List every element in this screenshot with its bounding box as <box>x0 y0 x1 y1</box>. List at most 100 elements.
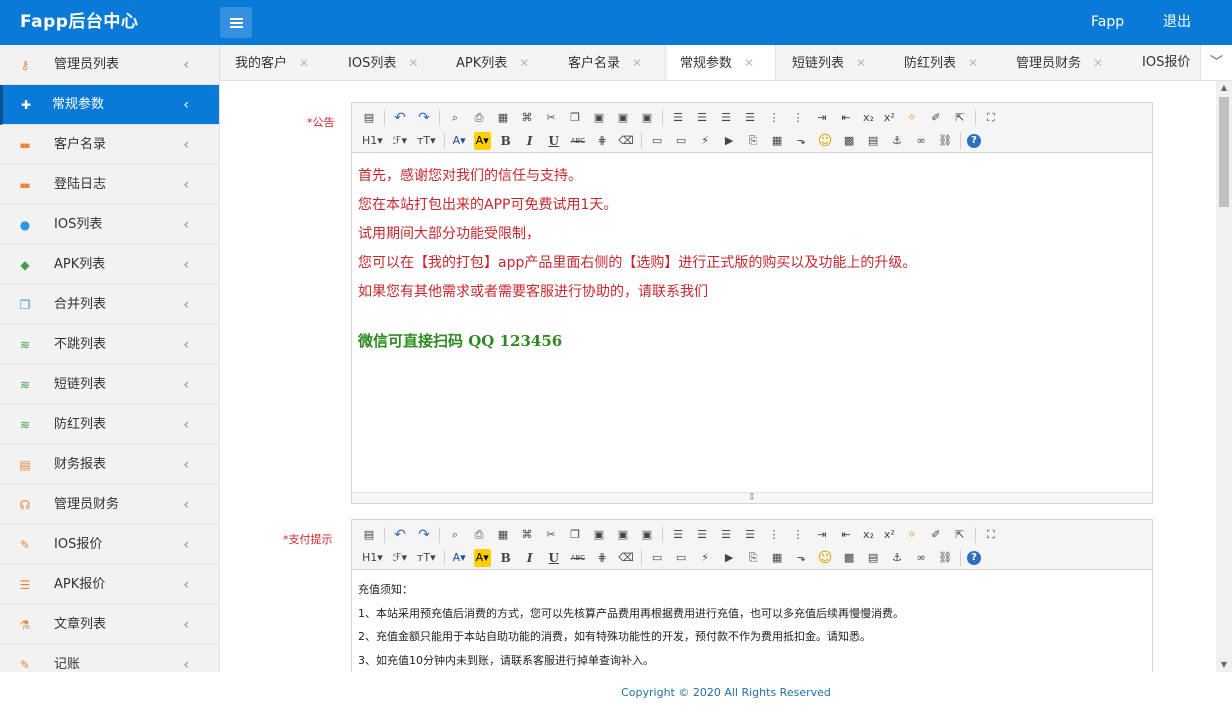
editor-resize-handle[interactable]: ⇕ <box>352 492 1152 503</box>
strikethrough-icon[interactable]: ABC <box>569 132 587 150</box>
print-icon[interactable]: ⎙ <box>470 109 488 127</box>
align-center-icon[interactable]: ☰ <box>693 526 711 544</box>
sidebar-item[interactable]: ☰ APK报价 ‹ <box>0 565 219 605</box>
menu-toggle-button[interactable] <box>220 7 252 38</box>
outdent-icon[interactable]: ⇤ <box>837 526 855 544</box>
eraser-icon[interactable]: ⌫ <box>617 549 635 567</box>
code-icon[interactable]: ⌘ <box>518 526 536 544</box>
sidebar-item[interactable]: ☊ 管理员财务 ‹ <box>0 485 219 525</box>
link-icon[interactable]: ∞ <box>912 549 930 567</box>
sidebar-item[interactable]: ▬ 登陆日志 ‹ <box>0 165 219 205</box>
fullscreen-icon[interactable]: ⛶ <box>982 526 1000 544</box>
pay-tip-editor-body[interactable]: 充值须知： 1、本站采用预充值后消费的方式，您可以先核算产品费用再根据费用进行充值… <box>352 570 1152 672</box>
unlink-icon[interactable]: ⛓ <box>936 132 954 150</box>
paste-text-icon[interactable]: ▣ <box>614 526 632 544</box>
tab-close-icon[interactable]: ✕ <box>632 56 642 70</box>
tab-close-icon[interactable]: ✕ <box>519 56 529 70</box>
sidebar-item[interactable]: ⚷ 管理员列表 ‹ <box>0 45 219 85</box>
tab-close-icon[interactable]: ✕ <box>856 56 866 70</box>
emoticon-icon[interactable]: ☺ <box>816 132 834 150</box>
insert-hr-icon[interactable]: ⬎ <box>792 132 810 150</box>
table-icon[interactable]: ▦ <box>768 132 786 150</box>
sidebar-item[interactable]: ≋ 不跳列表 ‹ <box>0 325 219 365</box>
align-left-icon[interactable]: ☰ <box>669 526 687 544</box>
sidebar-item[interactable]: ⚗ 文章列表 ‹ <box>0 605 219 645</box>
user-link[interactable]: Fapp <box>1091 0 1124 45</box>
image-icon[interactable]: ▭ <box>648 132 666 150</box>
bold-icon[interactable]: B <box>497 549 515 567</box>
tab-close-icon[interactable]: ✕ <box>744 56 754 70</box>
copy-icon[interactable]: ❐ <box>566 526 584 544</box>
help-icon[interactable]: ? <box>967 133 982 148</box>
scroll-up-icon[interactable]: ▲ <box>1216 81 1232 95</box>
underline-icon[interactable]: U <box>545 549 563 567</box>
align-justify-icon[interactable]: ☰ <box>741 109 759 127</box>
help-icon[interactable]: ? <box>967 550 982 565</box>
multi-image-icon[interactable]: ▭ <box>672 549 690 567</box>
eraser-icon[interactable]: ⌫ <box>617 132 635 150</box>
select-all-icon[interactable]: ✐ <box>927 109 945 127</box>
fullscreen-icon[interactable]: ⛶ <box>982 109 1000 127</box>
pay-tip-editor[interactable]: ▤ ↶ ↷ ⌕ ⎙ ▦ ⌘ ✂ ❐ ▣ ▣ ▣ ☰ ☰ ☰ ☰ ⋮ ⋮ ⇥ ⇤ x₂ x² ✧ ✐ ⇱ ⛶ H1▾ ℱ▾ тT▾ A▾ A… <box>351 519 1153 672</box>
subscript-icon[interactable]: x₂ <box>861 109 876 127</box>
scrollbar-thumb[interactable] <box>1219 97 1229 207</box>
notice-editor[interactable]: ▤ ↶ ↷ ⌕ ⎙ ▦ ⌘ ✂ ❐ ▣ ▣ ▣ ☰ ☰ ☰ ☰ ⋮ ⋮ ⇥ ⇤ x₂ x² ✧ ✐ ⇱ ⛶ H1▾ ℱ▾ тT▾ A▾ A… <box>351 102 1153 504</box>
pagebreak-icon[interactable]: ▤ <box>864 549 882 567</box>
line-height-icon[interactable]: ⋕ <box>593 549 611 567</box>
redo-icon[interactable]: ↷ <box>415 526 433 544</box>
attachment-icon[interactable]: ⎘ <box>744 549 762 567</box>
cursor-icon[interactable]: ⇱ <box>951 109 969 127</box>
subscript-icon[interactable]: x₂ <box>861 526 876 544</box>
paste-icon[interactable]: ▣ <box>590 526 608 544</box>
preview-icon[interactable]: ⌕ <box>446 109 464 127</box>
code-icon[interactable]: ⌘ <box>518 109 536 127</box>
tab-item[interactable]: IOS列表 ✕ <box>348 45 418 80</box>
font-size-icon[interactable]: тT▾ <box>415 132 438 150</box>
bold-icon[interactable]: B <box>497 132 515 150</box>
sidebar-item[interactable]: ● IOS列表 ‹ <box>0 205 219 245</box>
align-left-icon[interactable]: ☰ <box>669 109 687 127</box>
multi-image-icon[interactable]: ▭ <box>672 132 690 150</box>
paste-icon[interactable]: ▣ <box>590 109 608 127</box>
indent-icon[interactable]: ⇥ <box>813 109 831 127</box>
tab-close-icon[interactable]: ✕ <box>1093 56 1103 70</box>
tab-close-icon[interactable]: ✕ <box>408 56 418 70</box>
emoticon-icon[interactable]: ☺ <box>816 549 834 567</box>
flash-icon[interactable]: ⚡ <box>696 132 714 150</box>
tab-item[interactable]: 短链列表 ✕ <box>792 45 866 80</box>
italic-icon[interactable]: I <box>521 132 539 150</box>
font-family-icon[interactable]: ℱ▾ <box>391 132 409 150</box>
sidebar-item[interactable]: ≋ 短链列表 ‹ <box>0 365 219 405</box>
tab-close-icon[interactable]: ✕ <box>968 56 978 70</box>
tab-item[interactable]: 管理员财务 ✕ <box>1016 45 1103 80</box>
redo-icon[interactable]: ↷ <box>415 109 433 127</box>
notice-editor-body[interactable]: 首先，感谢您对我们的信任与支持。 您在本站打包出来的APP可免费试用1天。 试用期间… <box>352 153 1152 360</box>
superscript-icon[interactable]: x² <box>882 526 897 544</box>
clear-format-icon[interactable]: ✧ <box>903 109 921 127</box>
line-height-icon[interactable]: ⋕ <box>593 132 611 150</box>
tab-item[interactable]: 防红列表 ✕ <box>904 45 978 80</box>
sidebar-item[interactable]: ✚ 常规参数 ‹ <box>0 85 219 125</box>
logout-link[interactable]: 退出 <box>1163 0 1191 45</box>
paste-text-icon[interactable]: ▣ <box>614 109 632 127</box>
sidebar-item[interactable]: ▬ 客户名录 ‹ <box>0 125 219 165</box>
scroll-down-icon[interactable]: ▼ <box>1216 658 1232 672</box>
paste-word-icon[interactable]: ▣ <box>638 526 656 544</box>
sidebar-item[interactable]: ❐ 合并列表 ‹ <box>0 285 219 325</box>
sidebar-item[interactable]: ✎ IOS报价 ‹ <box>0 525 219 565</box>
template-icon[interactable]: ▦ <box>494 109 512 127</box>
heading-icon[interactable]: H1▾ <box>360 132 385 150</box>
highlight-icon[interactable]: A▾ <box>473 131 491 150</box>
print-icon[interactable]: ⎙ <box>470 526 488 544</box>
tab-item[interactable]: 我的客户 ✕ <box>235 45 309 80</box>
source-icon[interactable]: ▤ <box>360 109 378 127</box>
sidebar-item[interactable]: ◆ APK列表 ‹ <box>0 245 219 285</box>
underline-icon[interactable]: U <box>545 132 563 150</box>
tab-item[interactable]: 常规参数 ✕ <box>665 45 776 80</box>
font-size-icon[interactable]: тT▾ <box>415 549 438 567</box>
image-icon[interactable]: ▭ <box>648 549 666 567</box>
copy-icon[interactable]: ❐ <box>566 109 584 127</box>
ordered-list-icon[interactable]: ⋮ <box>765 109 783 127</box>
select-all-icon[interactable]: ✐ <box>927 526 945 544</box>
table-icon[interactable]: ▦ <box>768 549 786 567</box>
